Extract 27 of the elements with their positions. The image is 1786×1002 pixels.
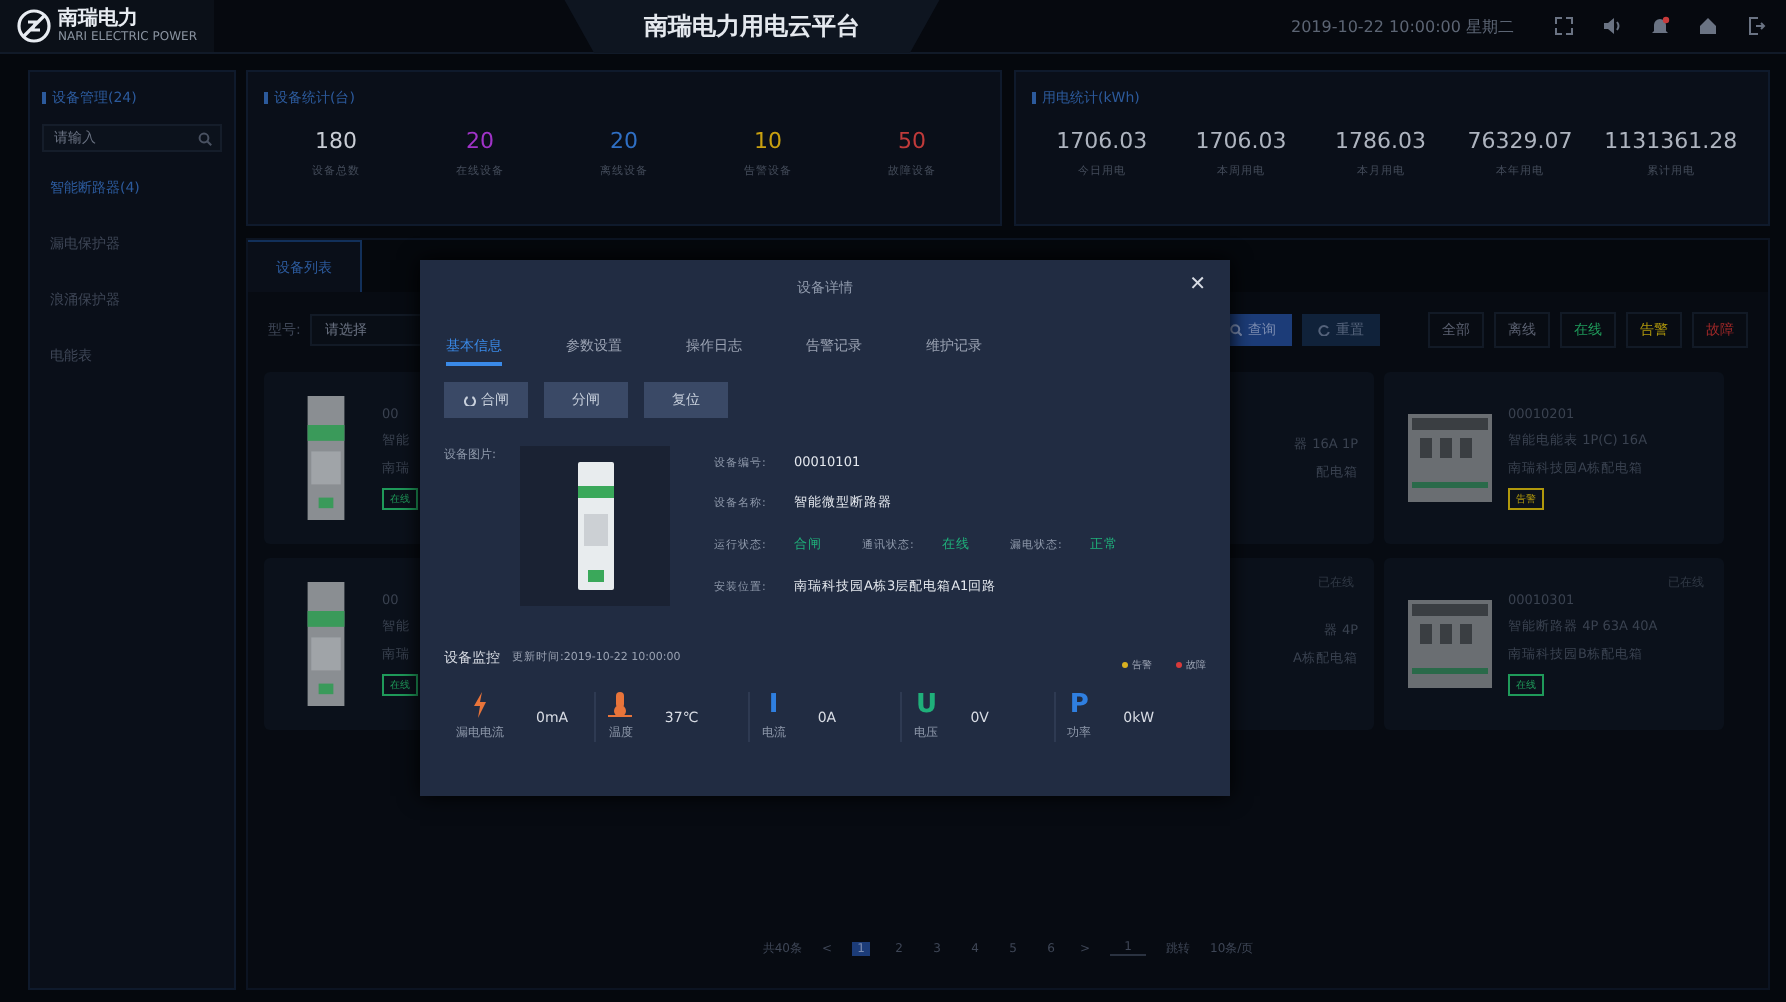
stat-value: 50 — [898, 128, 926, 154]
logo-text: 南瑞电力 — [58, 9, 140, 29]
stat-value: 1131361.28 — [1604, 128, 1738, 154]
bell-icon[interactable] — [1650, 16, 1670, 36]
home-icon[interactable] — [1698, 16, 1718, 36]
stat-value: 76329.07 — [1467, 128, 1573, 154]
close-button[interactable]: ✕ — [1189, 274, 1206, 296]
search-icon — [1230, 324, 1242, 336]
symbol-icon: P — [1069, 692, 1089, 718]
power-icon — [463, 394, 475, 406]
stat-value: 20 — [610, 128, 638, 154]
app-title: 南瑞电力用电云平台 — [563, 0, 940, 53]
symbol-icon: I — [768, 692, 779, 718]
refresh-icon — [1318, 324, 1330, 336]
logout-icon[interactable] — [1746, 16, 1766, 36]
stat-value: 180 — [315, 128, 357, 154]
stat-value: 1786.03 — [1335, 128, 1426, 154]
stat-value: 20 — [466, 128, 494, 154]
stat-value: 10 — [754, 128, 782, 154]
stat-value: 1706.03 — [1195, 128, 1287, 154]
fullscreen-icon[interactable] — [1554, 16, 1574, 36]
logo-icon — [16, 8, 52, 44]
volume-icon[interactable] — [1602, 16, 1622, 36]
stat-value: 1706.03 — [1056, 128, 1148, 154]
date-time: 2019-10-22 10:00:00 星期二 — [1290, 15, 1514, 37]
symbol-icon: U — [915, 692, 937, 718]
search-icon — [198, 132, 212, 146]
